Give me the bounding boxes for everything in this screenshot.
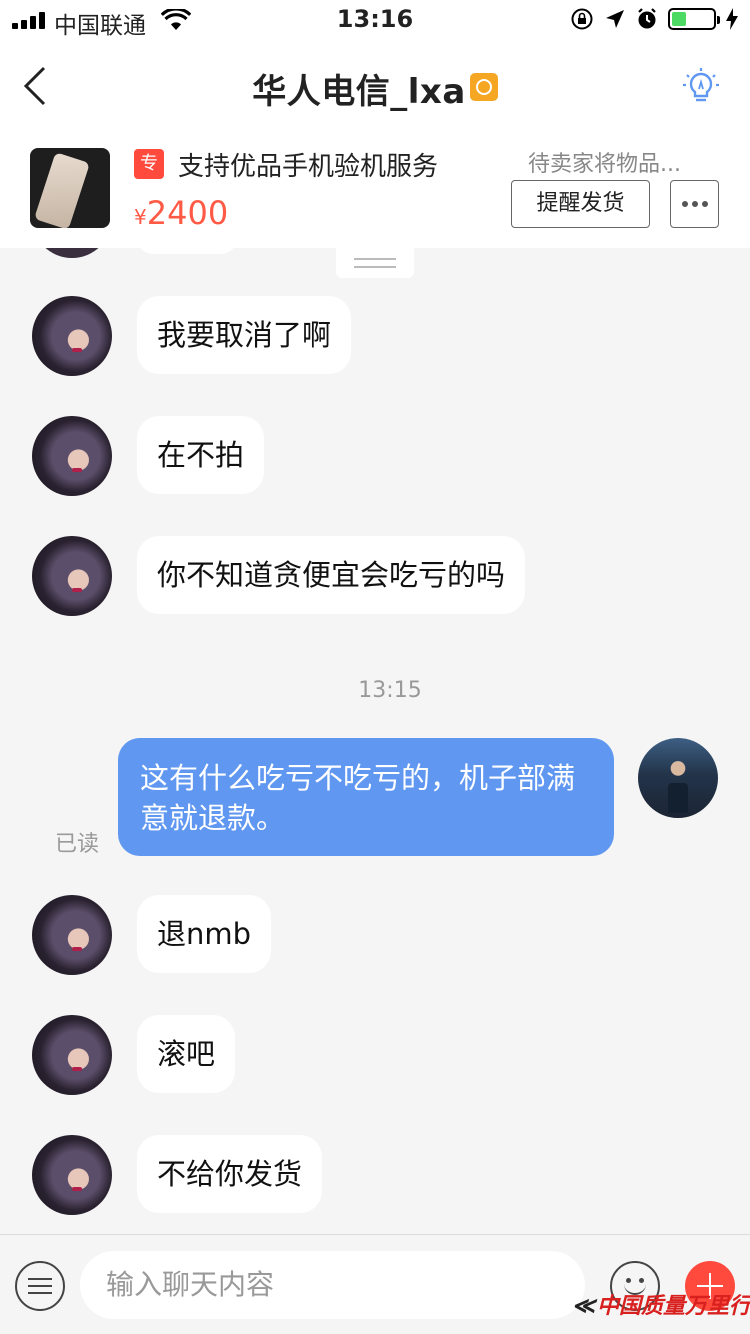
- watermark-logo: ≪中国质量万里行: [572, 1293, 750, 1319]
- currency-symbol: ¥: [134, 205, 147, 229]
- message-bubble[interactable]: 不给你发货: [137, 1135, 323, 1213]
- status-bar: 中国联通 13:16: [0, 0, 750, 40]
- price-amount: 2400: [146, 194, 229, 232]
- message-bubble[interactable]: 在不拍: [137, 416, 265, 494]
- charging-icon: [726, 8, 738, 30]
- message-bubble[interactable]: 滚吧: [137, 1015, 236, 1093]
- message-bubble[interactable]: [137, 248, 237, 254]
- avatar[interactable]: [32, 248, 112, 258]
- pull-handle[interactable]: [336, 248, 414, 278]
- more-button[interactable]: [670, 180, 719, 228]
- menu-button[interactable]: [15, 1261, 65, 1311]
- seller-avatar[interactable]: [32, 536, 112, 616]
- seller-name: 华人电信_lxa: [252, 72, 466, 112]
- product-image[interactable]: [30, 148, 110, 228]
- message-timestamp: 13:15: [358, 678, 422, 703]
- message-bubble[interactable]: 我要取消了啊: [137, 296, 352, 374]
- verified-badge-icon: [469, 73, 498, 101]
- battery-icon: [668, 8, 720, 30]
- lightbulb-icon[interactable]: [682, 66, 720, 104]
- menu-icon: [28, 1278, 52, 1280]
- rotation-lock-icon: [571, 8, 593, 30]
- seller-avatar[interactable]: [32, 416, 112, 496]
- order-status: 待卖家将物品...: [528, 152, 681, 177]
- seller-avatar[interactable]: [32, 895, 112, 975]
- status-icons: [570, 7, 738, 31]
- message-bubble[interactable]: 你不知道贪便宜会吃亏的吗: [137, 536, 526, 614]
- product-card[interactable]: 专 支持优品手机验机服务 ¥2400 待卖家将物品... 提醒发货: [0, 130, 750, 248]
- chat-header: 华人电信_lxa: [0, 40, 750, 130]
- seller-avatar[interactable]: [32, 1135, 112, 1215]
- product-price: ¥2400: [134, 194, 228, 232]
- my-message-bubble[interactable]: 这有什么吃亏不吃亏的，机子部满意就退款。: [118, 738, 614, 856]
- read-receipt: 已读: [55, 832, 100, 857]
- more-icon: [681, 201, 688, 207]
- remind-ship-button[interactable]: 提醒发货: [511, 180, 650, 228]
- seller-avatar[interactable]: [32, 296, 112, 376]
- exclusive-tag: 专: [134, 149, 164, 179]
- message-list[interactable]: 我要取消了啊 在不拍 你不知道贪便宜会吃亏的吗 13:15 已读 这有什么吃亏不…: [0, 248, 750, 1234]
- location-icon: [606, 10, 624, 28]
- my-avatar[interactable]: [638, 738, 718, 818]
- chat-input[interactable]: 输入聊天内容: [80, 1251, 585, 1319]
- message-bubble[interactable]: 退nmb: [137, 895, 272, 973]
- product-title: 支持优品手机验机服务: [178, 152, 439, 182]
- seller-avatar[interactable]: [32, 1015, 112, 1095]
- page-title: 华人电信_lxa: [0, 64, 750, 113]
- alarm-icon: [638, 8, 656, 29]
